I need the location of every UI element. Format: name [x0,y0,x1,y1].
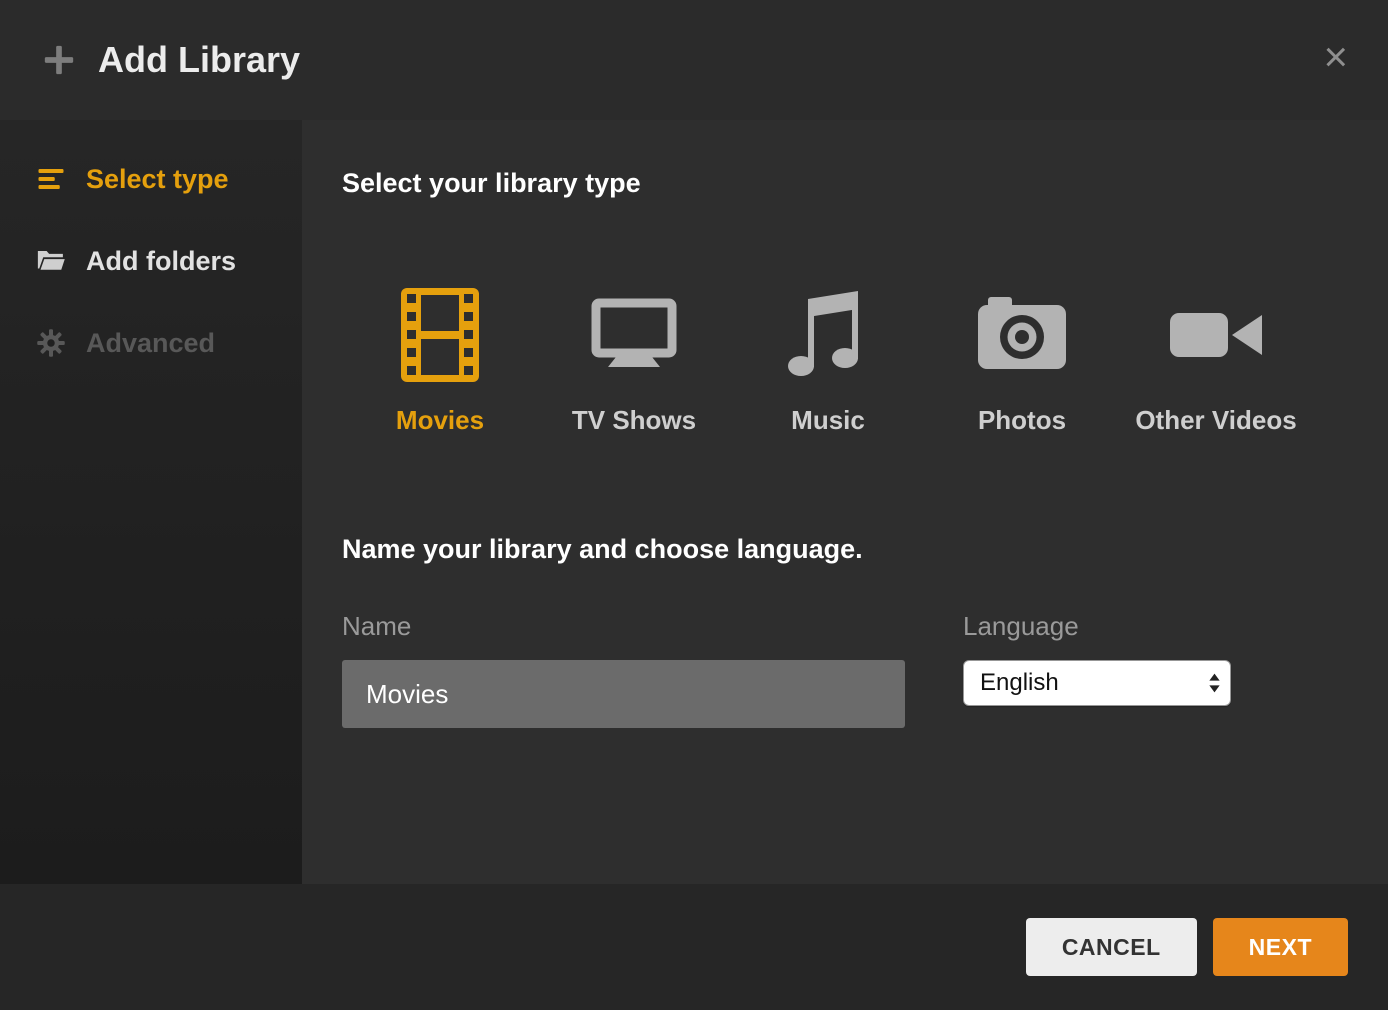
sidebar-item-label: Advanced [86,328,215,359]
dialog-header: Add Library × [0,0,1388,120]
type-option-photos[interactable]: Photos [938,287,1106,436]
folder-open-icon [36,246,66,276]
cancel-button[interactable]: CANCEL [1026,918,1197,976]
select-arrows-icon [1207,670,1222,696]
list-lines-icon [36,164,66,194]
sidebar-item-add-folders[interactable]: Add folders [0,220,302,302]
video-camera-icon [1168,287,1264,383]
sidebar-item-select-type[interactable]: Select type [0,138,302,220]
type-label: Movies [396,405,484,436]
close-button[interactable]: × [1317,30,1354,84]
type-label: Music [791,405,865,436]
name-language-form: Name Language English [342,611,1348,728]
type-option-music[interactable]: Music [744,287,912,436]
type-label: TV Shows [572,405,696,436]
plus-icon [42,43,76,77]
steps-sidebar: Select type Add folders Advanc [0,120,302,884]
type-label: Other Videos [1135,405,1296,436]
music-note-icon [780,287,876,383]
gear-icon [36,328,66,358]
sidebar-item-advanced: Advanced [0,302,302,384]
next-button[interactable]: NEXT [1213,918,1348,976]
library-type-picker: Movies TV Shows [342,287,1348,436]
name-label: Name [342,611,905,642]
add-library-dialog: Add Library × Select type Add fol [0,0,1388,1010]
name-section-title: Name your library and choose language. [342,534,1348,565]
close-icon: × [1323,33,1348,80]
film-strip-icon [392,287,488,383]
type-option-other-videos[interactable]: Other Videos [1132,287,1300,436]
dialog-body: Select type Add folders Advanc [0,120,1388,884]
sidebar-item-label: Select type [86,164,229,195]
tv-icon [586,287,682,383]
dialog-footer: CANCEL NEXT [0,884,1388,1010]
library-name-input[interactable] [342,660,905,728]
sidebar-item-label: Add folders [86,246,236,277]
type-label: Photos [978,405,1066,436]
type-option-movies[interactable]: Movies [356,287,524,436]
language-select-value: English [980,669,1059,697]
language-select[interactable]: English [963,660,1231,706]
dialog-title: Add Library [98,39,300,81]
type-section-title: Select your library type [342,168,1348,199]
type-option-tv-shows[interactable]: TV Shows [550,287,718,436]
main-panel: Select your library type [302,120,1388,884]
language-label: Language [963,611,1231,642]
camera-icon [974,287,1070,383]
